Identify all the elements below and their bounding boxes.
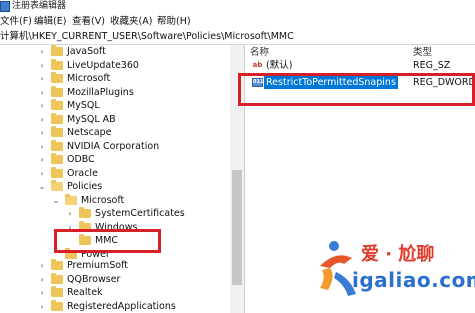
column-header-type[interactable]: 类型 <box>413 47 432 59</box>
folder-icon <box>51 112 63 124</box>
expand-icon[interactable]: › <box>38 101 46 110</box>
annotation-box-value <box>238 73 475 106</box>
folder-icon <box>51 166 63 178</box>
tree-item-label: PremiumSoft <box>67 260 129 271</box>
expand-icon[interactable]: › <box>38 288 46 297</box>
regedit-app-icon <box>0 1 10 12</box>
expand-icon[interactable]: › <box>38 61 46 70</box>
folder-open-icon <box>51 180 63 191</box>
watermark: 爱 · 尬聊 igaliao.com <box>306 238 475 313</box>
tree-item-label: ODBC <box>67 154 95 165</box>
column-header-name[interactable]: 名称 <box>250 47 269 59</box>
tree-item-label: Oracle <box>67 167 98 179</box>
folder-icon <box>51 72 63 83</box>
menu-view[interactable]: 查看(V) <box>72 16 105 28</box>
menu-edit[interactable]: 编辑(E) <box>34 16 66 28</box>
tree-item-label: RegisteredApplications <box>67 300 176 312</box>
expand-icon[interactable]: › <box>38 169 46 178</box>
expand-icon[interactable]: › <box>38 155 46 164</box>
folder-icon <box>51 126 63 137</box>
address-path: 计算机\HKEY_CURRENT_USER\Software\Policies\… <box>0 31 294 42</box>
window-title: 注册表编辑器 <box>12 1 67 11</box>
string-value-icon: ab <box>252 61 263 69</box>
folder-icon <box>51 58 63 70</box>
value-name: (默认) <box>266 60 293 71</box>
collapse-icon[interactable]: ⌄ <box>52 196 60 205</box>
expand-icon[interactable]: › <box>38 115 46 124</box>
folder-icon <box>51 259 63 270</box>
tree-item-label: Microsoft <box>81 194 125 206</box>
folder-icon <box>51 286 63 297</box>
tree-item-label: NVIDIA Corporation <box>67 140 160 152</box>
expand-icon[interactable]: › <box>66 209 74 218</box>
folder-icon <box>51 299 63 311</box>
menu-favorites[interactable]: 收藏夹(A) <box>110 16 152 28</box>
folder-icon <box>51 85 63 97</box>
watermark-title: 爱 · 尬聊 <box>361 244 435 265</box>
tree-item-label: Microsoft <box>67 73 111 84</box>
expand-icon[interactable]: › <box>38 261 46 270</box>
scrollbar-thumb[interactable] <box>232 170 242 285</box>
expand-icon[interactable]: › <box>38 302 46 311</box>
menu-file[interactable]: 文件(F) <box>0 16 32 28</box>
expand-icon[interactable]: › <box>38 142 46 151</box>
tree-item-label: MozillaPlugins <box>67 86 134 98</box>
tree-item-label: MySQL AB <box>67 113 116 125</box>
watermark-site: igaliao.com <box>352 268 475 292</box>
expand-icon[interactable]: › <box>38 47 46 56</box>
expand-icon[interactable]: › <box>38 74 46 83</box>
folder-icon <box>51 153 63 164</box>
folder-icon <box>51 139 63 151</box>
menu-bar: 文件(F) 编辑(E) 查看(V) 收藏夹(A) 帮助(H) <box>0 14 475 30</box>
value-type: REG_SZ <box>413 60 451 71</box>
tree-item-label: JavaSoft <box>67 46 106 57</box>
tree-item-label: MySQL <box>67 100 100 111</box>
expand-icon[interactable]: › <box>38 275 46 284</box>
folder-open-icon <box>65 193 77 205</box>
tree-item-label: SystemCertificates <box>95 208 185 219</box>
tree-item-label: QQBrowser <box>67 273 121 285</box>
tree-item-label: Netscape <box>67 127 112 138</box>
annotation-box-mmc <box>54 229 161 253</box>
folder-icon <box>51 99 63 110</box>
expand-icon[interactable]: › <box>38 88 46 97</box>
tree-item-label: Policies <box>67 181 103 192</box>
collapse-icon[interactable]: ⌄ <box>38 182 46 191</box>
menu-help[interactable]: 帮助(H) <box>157 16 191 28</box>
tree-item-label: Realtek <box>67 287 103 298</box>
folder-icon <box>79 207 91 218</box>
expand-icon[interactable]: › <box>38 128 46 137</box>
registry-tree: › JavaSoft › LiveUpdate360 › Microsoft ›… <box>0 45 230 313</box>
value-row[interactable]: ab (默认) REG_SZ <box>250 59 475 72</box>
folder-icon <box>51 272 63 284</box>
title-bar: 注册表编辑器 <box>0 0 475 14</box>
address-bar[interactable]: 计算机\HKEY_CURRENT_USER\Software\Policies\… <box>0 30 475 45</box>
folder-icon <box>51 45 63 56</box>
tree-item-label: LiveUpdate360 <box>67 59 139 71</box>
